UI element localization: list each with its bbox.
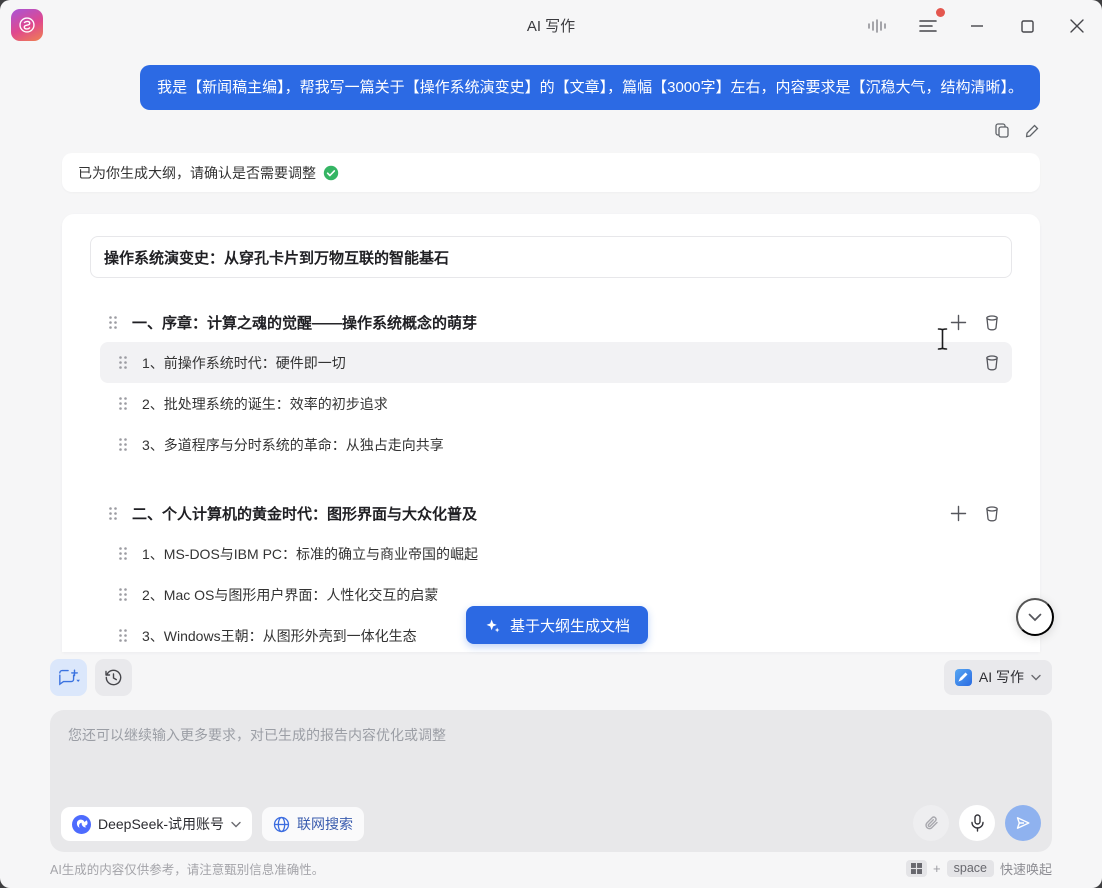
chevron-down-icon <box>1028 613 1042 622</box>
generate-doc-label: 基于大纲生成文档 <box>510 615 630 636</box>
outline-item-row[interactable]: 3、多道程序与分时系统的革命：从独占走向共享 <box>100 424 1012 465</box>
drag-handle-icon[interactable] <box>118 628 128 643</box>
send-button[interactable] <box>1005 805 1041 841</box>
minimize-button[interactable] <box>964 13 990 39</box>
space-key-badge: space <box>947 860 994 877</box>
ai-disclaimer: AI生成的内容仅供参考，请注意甄别信息准确性。 <box>50 859 324 878</box>
trash-icon[interactable] <box>984 314 1000 331</box>
outline-item-text: 2、批处理系统的诞生：效率的初步追求 <box>142 394 1012 414</box>
outline-item-text: 1、MS-DOS与IBM PC：标准的确立与商业帝国的崛起 <box>142 544 1012 564</box>
edit-icon[interactable] <box>1025 123 1040 138</box>
ai-writing-icon <box>955 669 972 686</box>
shortcut-label: 快速唤起 <box>1000 859 1052 878</box>
section-heading-text: 一、序章：计算之魂的觉醒——操作系统概念的萌芽 <box>132 312 950 333</box>
composer-input[interactable]: 您还可以继续输入更多要求，对已生成的报告内容优化或调整 DeepSeek-试用账… <box>50 710 1052 852</box>
add-item-icon[interactable] <box>950 314 967 331</box>
drag-handle-icon[interactable] <box>118 546 128 561</box>
outline-item-row[interactable]: 2、批处理系统的诞生：效率的初步追求 <box>100 383 1012 424</box>
chevron-down-icon <box>231 821 241 828</box>
maximize-button[interactable] <box>1014 13 1040 39</box>
drag-handle-icon[interactable] <box>118 355 128 370</box>
mode-label: AI 写作 <box>979 667 1024 687</box>
drag-handle-icon[interactable] <box>108 506 118 521</box>
green-check-icon <box>323 165 339 181</box>
generate-doc-button[interactable]: 基于大纲生成文档 <box>466 606 648 644</box>
outline-item-text: 1、前操作系统时代：硬件即一切 <box>142 353 984 373</box>
sparkle-icon <box>484 617 501 634</box>
outline-item-text: 2、Mac OS与图形用户界面：人性化交互的启蒙 <box>142 585 1012 605</box>
close-button[interactable] <box>1064 13 1090 39</box>
voice-wave-icon[interactable] <box>864 13 890 39</box>
microphone-button[interactable] <box>959 805 995 841</box>
trash-icon[interactable] <box>984 505 1000 522</box>
menu-icon[interactable] <box>915 13 941 39</box>
outline-title-input[interactable]: 操作系统演变史：从穿孔卡片到万物互联的智能基石 <box>90 236 1012 278</box>
drag-handle-icon[interactable] <box>118 437 128 452</box>
history-button[interactable] <box>95 659 132 696</box>
add-item-icon[interactable] <box>950 505 967 522</box>
outline-item-row[interactable]: 1、前操作系统时代：硬件即一切 <box>100 342 1012 383</box>
web-search-toggle[interactable]: 联网搜索 <box>262 807 364 841</box>
model-label: DeepSeek-试用账号 <box>98 814 224 834</box>
outline-section-heading[interactable]: 二、个人计算机的黄金时代：图形界面与大众化普及 <box>90 493 1012 533</box>
globe-icon <box>273 816 290 833</box>
outline-section-heading[interactable]: 一、序章：计算之魂的觉醒——操作系统概念的萌芽 <box>90 302 1012 342</box>
app-window: AI 写作 我是【新闻稿主编】，帮我写一篇关于【操作系统演变史】的【文章】，篇幅… <box>0 0 1102 888</box>
attach-button[interactable] <box>913 805 949 841</box>
drag-handle-icon[interactable] <box>118 396 128 411</box>
plus-separator: + <box>933 861 941 876</box>
windows-key-icon <box>906 860 927 877</box>
input-placeholder: 您还可以继续输入更多要求，对已生成的报告内容优化或调整 <box>68 725 446 745</box>
mode-selector[interactable]: AI 写作 <box>944 660 1052 695</box>
footer: AI生成的内容仅供参考，请注意甄别信息准确性。 + space 快速唤起 <box>50 853 1052 883</box>
outline-item-row[interactable]: 1、MS-DOS与IBM PC：标准的确立与商业帝国的崛起 <box>100 533 1012 574</box>
copy-icon[interactable] <box>994 122 1010 138</box>
drag-handle-icon[interactable] <box>108 315 118 330</box>
assistant-message-text: 已为你生成大纲，请确认是否需要调整 <box>78 163 316 183</box>
section-heading-text: 二、个人计算机的黄金时代：图形界面与大众化普及 <box>132 503 950 524</box>
composer-toolbar: AI 写作 <box>50 658 1052 696</box>
trash-icon[interactable] <box>984 354 1000 371</box>
user-message-bubble: 我是【新闻稿主编】，帮我写一篇关于【操作系统演变史】的【文章】，篇幅【3000字… <box>140 65 1040 110</box>
outline-item-text: 3、多道程序与分时系统的革命：从独占走向共享 <box>142 435 1012 455</box>
notification-dot <box>936 8 945 17</box>
new-chat-button[interactable] <box>50 659 87 696</box>
web-search-label: 联网搜索 <box>297 814 353 834</box>
chevron-down-icon <box>1031 674 1041 681</box>
model-selector[interactable]: DeepSeek-试用账号 <box>61 807 252 841</box>
titlebar: AI 写作 <box>0 0 1102 50</box>
outline-card: 操作系统演变史：从穿孔卡片到万物互联的智能基石 一、序章：计算之魂的觉醒——操作… <box>62 214 1040 652</box>
message-actions <box>62 121 1040 139</box>
deepseek-logo-icon <box>72 815 91 834</box>
scroll-down-button[interactable] <box>1016 598 1054 636</box>
shortcut-hint: + space 快速唤起 <box>906 859 1052 878</box>
assistant-message-card: 已为你生成大纲，请确认是否需要调整 <box>62 153 1040 192</box>
drag-handle-icon[interactable] <box>118 587 128 602</box>
chat-area: 我是【新闻稿主编】，帮我写一篇关于【操作系统演变史】的【文章】，篇幅【3000字… <box>62 65 1040 652</box>
